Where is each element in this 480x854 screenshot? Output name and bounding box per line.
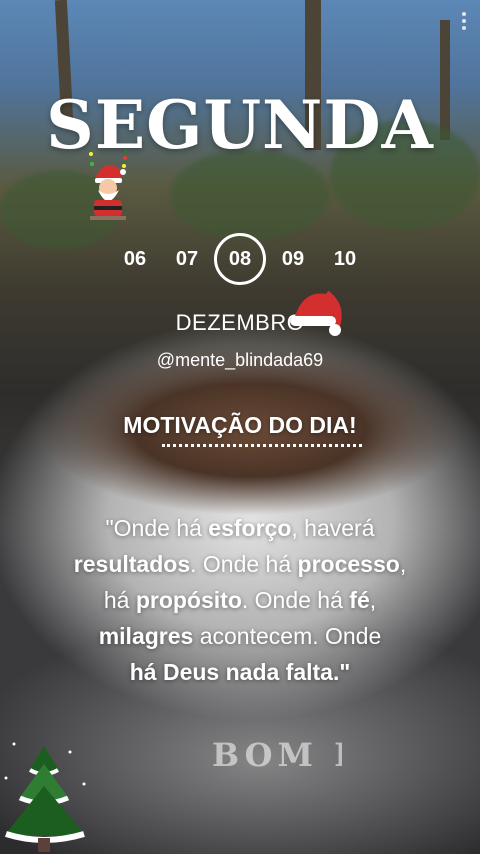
date-item: 09 [281,247,305,270]
cup-print-text: BOM DI [212,736,342,774]
date-item: 10 [333,247,357,270]
date-item: 07 [175,247,199,270]
date-item: 06 [123,247,147,270]
more-vert-icon[interactable] [462,12,468,30]
month-label: DEZEMBRO [175,310,305,335]
date-selector: 06 07 08 09 10 [110,233,370,285]
christmas-tree-icon [4,742,86,852]
santa-hat-icon [290,290,342,336]
date-item-selected: 08 [214,233,266,285]
dotted-underline [162,440,362,447]
quote-text: "Onde há esforço, haverá resultados. Ond… [73,515,407,685]
day-title: SEGUNDA [46,86,434,164]
section-title: MOTIVAÇÃO DO DIA! [123,412,357,438]
selected-date-label: 08 [228,247,252,270]
santa-sticker-icon [89,150,127,220]
author-handle: @mente_blindada69 [156,350,324,370]
